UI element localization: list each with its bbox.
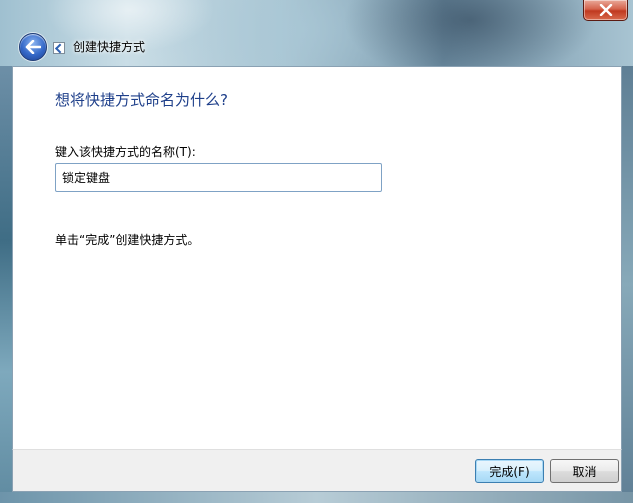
close-icon (599, 4, 612, 16)
back-button[interactable] (19, 33, 47, 61)
shortcut-name-label: 键入该快捷方式的名称(T): (55, 145, 196, 159)
back-arrow-icon (25, 40, 41, 54)
wizard-footer: 完成(F) 取消 (12, 449, 622, 492)
cancel-button[interactable]: 取消 (550, 459, 619, 483)
shortcut-wizard-icon (53, 42, 65, 54)
page-heading: 想将快捷方式命名为什么? (55, 91, 228, 109)
finish-button[interactable]: 完成(F) (475, 459, 544, 483)
shortcut-name-input[interactable] (55, 163, 382, 192)
window-border-left (0, 66, 12, 503)
wizard-content: 想将快捷方式命名为什么? 键入该快捷方式的名称(T): 单击“完成”创建快捷方式… (12, 66, 622, 449)
finish-hint: 单击“完成”创建快捷方式。 (55, 233, 200, 247)
dialog-title: 创建快捷方式 (73, 40, 146, 54)
close-button[interactable] (583, 0, 628, 21)
window-border-right (622, 66, 633, 503)
window-border-bottom (0, 492, 633, 503)
